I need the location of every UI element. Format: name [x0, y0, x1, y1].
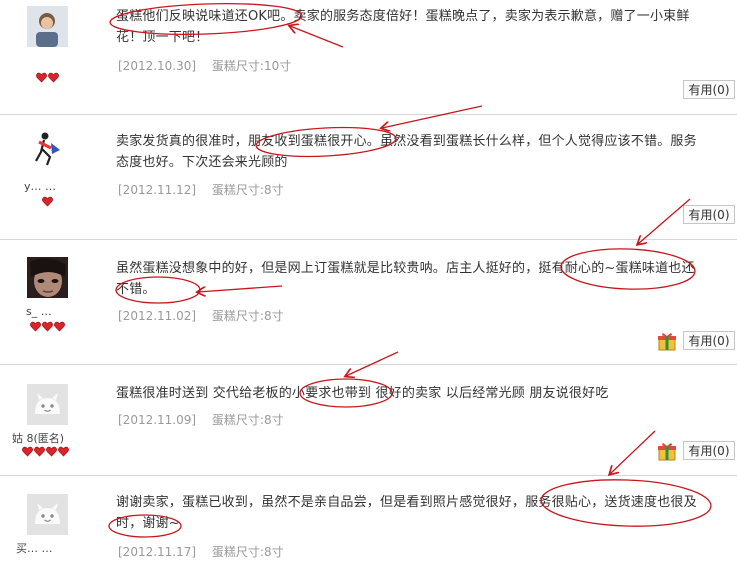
default-avatar-icon	[27, 384, 68, 425]
review-text: 蛋糕他们反映说味道还OK吧。卖家的服务态度倍好！蛋糕晚点了，卖家为表示歉意，赠了…	[116, 9, 690, 45]
user-name[interactable]: y… …	[24, 180, 56, 193]
divider	[0, 364, 737, 365]
heart-icon	[54, 321, 65, 332]
review-meta: [2012.11.02] 蛋糕尺寸:8寸	[118, 307, 284, 324]
user-avatar[interactable]	[27, 257, 68, 298]
face-photo-icon	[27, 257, 68, 298]
heart-icon	[22, 446, 33, 457]
review-spec: 蛋糕尺寸:8寸	[211, 183, 284, 197]
review-date: [2012.11.02]	[118, 309, 197, 323]
useful-button[interactable]: 有用(0)	[683, 80, 735, 99]
default-avatar-icon	[27, 494, 68, 535]
gift-icon[interactable]	[657, 331, 677, 351]
user-photo-icon	[27, 6, 68, 47]
rating-hearts	[22, 446, 69, 458]
review-text: 蛋糕很准时送到 交代给老板的小要求也带到 很好的卖家 以后经常光顾 朋友说很好吃	[116, 386, 609, 401]
useful-button[interactable]: 有用(0)	[683, 331, 735, 350]
heart-icon	[48, 72, 59, 83]
heart-icon	[46, 446, 57, 457]
heart-icon	[58, 446, 69, 457]
user-name[interactable]: s_ …	[26, 305, 52, 318]
user-avatar[interactable]	[27, 6, 68, 47]
gift-icon[interactable]	[657, 441, 677, 461]
review-spec: 蛋糕尺寸:8寸	[211, 545, 284, 559]
useful-button[interactable]: 有用(0)	[683, 441, 735, 460]
review-meta: [2012.11.09] 蛋糕尺寸:8寸	[118, 411, 284, 428]
rating-hearts	[36, 72, 59, 84]
review-meta: [2012.11.17] 蛋糕尺寸:8寸	[118, 543, 284, 560]
user-avatar[interactable]	[27, 384, 68, 425]
rating-hearts	[42, 196, 53, 208]
useful-button[interactable]: 有用(0)	[683, 205, 735, 224]
running-figure-icon	[27, 128, 68, 169]
review-spec: 蛋糕尺寸:8寸	[211, 309, 284, 323]
review-text: 虽然蛋糕没想象中的好，但是网上订蛋糕就是比较贵呐。店主人挺好的，挺有耐心的~蛋糕…	[116, 261, 695, 297]
heart-icon	[36, 72, 47, 83]
review-text: 谢谢卖家，蛋糕已收到，虽然不是亲自品尝，但是看到照片感觉很好，服务很贴心，送货速…	[116, 495, 697, 531]
review-spec: 蛋糕尺寸:8寸	[211, 413, 284, 427]
heart-icon	[34, 446, 45, 457]
heart-icon	[30, 321, 41, 332]
review-meta: [2012.11.12] 蛋糕尺寸:8寸	[118, 181, 284, 198]
review-date: [2012.10.30]	[118, 59, 197, 73]
user-name[interactable]: 买… …	[16, 540, 53, 556]
user-avatar[interactable]	[27, 494, 68, 535]
rating-hearts	[30, 321, 65, 333]
review-spec: 蛋糕尺寸:10寸	[211, 59, 292, 73]
review-date: [2012.11.09]	[118, 413, 197, 427]
annotation-arrow	[382, 105, 483, 128]
review-meta: [2012.10.30] 蛋糕尺寸:10寸	[118, 57, 291, 74]
divider	[0, 239, 737, 240]
annotation-arrow	[610, 430, 656, 474]
divider	[0, 114, 737, 115]
heart-icon	[42, 196, 53, 207]
review-text: 卖家发货真的很准时，朋友收到蛋糕很开心。虽然没看到蛋糕长什么样，但个人觉得应该不…	[116, 134, 697, 170]
user-avatar[interactable]	[27, 128, 68, 169]
review-date: [2012.11.12]	[118, 183, 197, 197]
divider	[0, 475, 737, 476]
user-name[interactable]: 姑 8(匿名)	[12, 430, 64, 446]
review-date: [2012.11.17]	[118, 545, 197, 559]
heart-icon	[42, 321, 53, 332]
